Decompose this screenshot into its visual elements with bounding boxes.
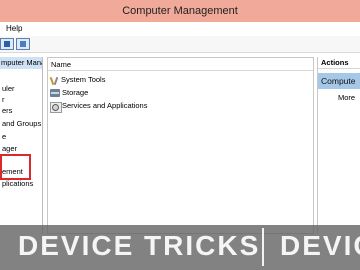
window-title: Computer Management [122,5,238,17]
tree-item-users-groups[interactable]: and Groups [2,119,41,129]
actions-section-computer-management[interactable]: Compute [318,73,360,89]
watermark-separator [262,228,264,266]
watermark-text-secondary: DEVIC [280,230,360,261]
actions-pane: Actions Compute More [317,57,360,234]
column-header-name[interactable]: Name [48,58,313,71]
list-item-label: System Tools [61,75,106,84]
tools-icon [50,76,59,85]
tree-item-services-applications[interactable]: plications [2,179,33,189]
show-hide-action-pane-button[interactable] [16,38,30,50]
menu-help[interactable]: Help [6,23,22,35]
list-item-label: Services and Applications [62,101,148,110]
tree-item-task-scheduler[interactable]: uler [2,84,15,94]
menu-bar: Help [0,22,360,36]
tree-item-performance[interactable]: e [2,132,6,142]
navigation-tree: mputer Management (Local uler r ers and … [0,57,43,234]
tree-item-device-manager[interactable]: ager [2,144,17,154]
tree-item-event-viewer[interactable]: r [2,95,5,105]
list-item[interactable]: System Tools [50,74,105,86]
title-bar: Computer Management [0,0,360,22]
tree-item-shared-folders[interactable]: ers [2,106,12,116]
storage-icon [50,89,60,98]
more-actions-link[interactable]: More [338,93,355,102]
properties-button[interactable] [0,38,14,50]
properties-icon [4,41,10,47]
list-item[interactable]: Services and Applications [50,100,148,113]
toolbar [0,36,360,53]
services-icon [50,101,62,113]
pane-icon [20,41,26,47]
watermark-text: DEVICE TRICKS [18,230,261,261]
content-pane: Name System Tools Storage Services and A… [47,57,314,234]
list-item[interactable]: Storage [50,87,88,99]
watermark-banner: DEVICE TRICKS DEVIC [0,225,360,270]
highlight-box [0,154,31,180]
list-item-label: Storage [62,88,89,97]
actions-header: Actions [318,57,360,69]
tree-root[interactable]: mputer Management (Local [0,57,42,69]
